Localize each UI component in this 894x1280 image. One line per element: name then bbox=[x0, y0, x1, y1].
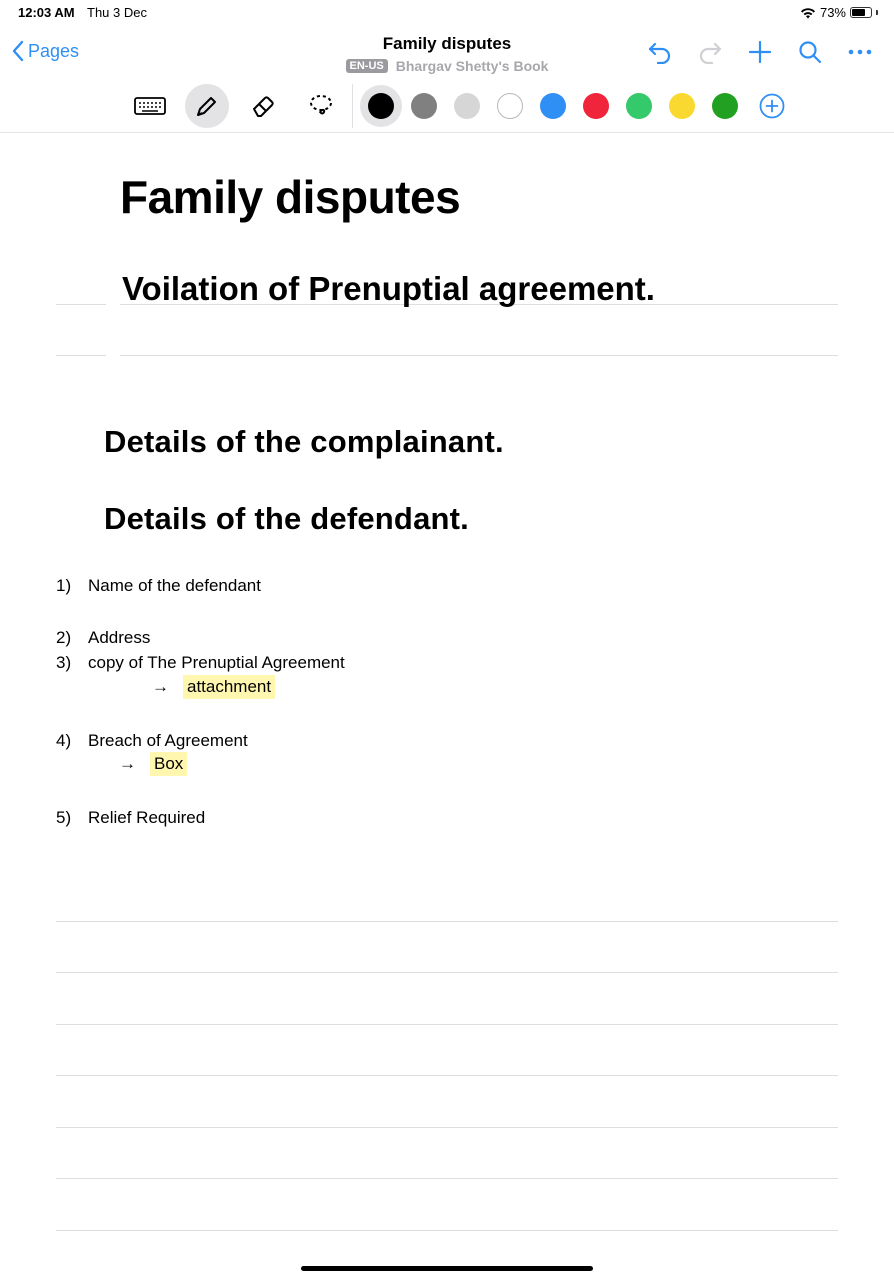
search-icon bbox=[799, 41, 822, 64]
redo-icon bbox=[699, 42, 722, 64]
plus-circle-icon bbox=[759, 93, 784, 119]
list-item[interactable]: 5) Relief Required bbox=[56, 808, 205, 828]
eraser-icon bbox=[253, 96, 274, 117]
ruled-line bbox=[56, 1230, 838, 1231]
redo-button[interactable] bbox=[696, 38, 724, 66]
list-number: 3) bbox=[56, 653, 72, 672]
color-dot bbox=[668, 93, 695, 119]
nav-actions bbox=[646, 38, 874, 66]
list-item[interactable]: 1) Name of the defendant bbox=[56, 576, 261, 596]
add-color-button[interactable] bbox=[750, 84, 793, 128]
list-text: Name of the defendant bbox=[88, 576, 261, 595]
list-text: Relief Required bbox=[88, 808, 206, 827]
more-icon bbox=[848, 49, 872, 55]
color-swatch-2[interactable] bbox=[402, 84, 445, 128]
color-swatch-5[interactable] bbox=[531, 84, 574, 128]
color-swatch-1[interactable] bbox=[359, 84, 402, 128]
attachment-link[interactable]: attachment bbox=[183, 675, 276, 699]
ruled-line bbox=[56, 972, 838, 973]
list-text: Breach of Agreement bbox=[88, 731, 248, 750]
list-number: 1) bbox=[56, 576, 72, 595]
color-dot bbox=[711, 93, 738, 119]
ruled-line bbox=[56, 355, 106, 356]
eraser-tool[interactable] bbox=[242, 84, 286, 128]
keyboard-tool[interactable] bbox=[128, 84, 172, 128]
list-number: 4) bbox=[56, 731, 72, 750]
color-dot bbox=[453, 93, 480, 119]
ruled-line bbox=[120, 355, 838, 356]
ruled-line bbox=[56, 1075, 838, 1076]
home-indicator[interactable] bbox=[301, 1266, 593, 1271]
color-dot bbox=[367, 93, 394, 119]
battery-percent: 73% bbox=[819, 5, 846, 20]
drawing-toolbar bbox=[128, 84, 793, 128]
undo-icon bbox=[648, 42, 671, 64]
color-dot bbox=[496, 93, 523, 119]
list-text: copy of The Prenuptial Agreement bbox=[88, 653, 345, 672]
color-dot bbox=[410, 93, 437, 119]
complainant-heading[interactable]: Details of the complainant. bbox=[104, 424, 504, 460]
search-button[interactable] bbox=[796, 38, 824, 66]
document-title[interactable]: Family disputes bbox=[120, 170, 461, 224]
ruled-line bbox=[56, 1024, 838, 1025]
book-name: Bhargav Shetty's Book bbox=[395, 58, 549, 74]
color-palette bbox=[359, 84, 746, 128]
arrow-icon: → bbox=[152, 677, 169, 696]
lasso-icon bbox=[310, 95, 332, 115]
box-link[interactable]: Box bbox=[150, 752, 188, 776]
ruled-line bbox=[56, 1127, 838, 1128]
color-swatch-4[interactable] bbox=[488, 84, 531, 128]
color-dot bbox=[539, 93, 566, 119]
color-dot bbox=[625, 93, 652, 119]
sub-item-box[interactable]: → Box bbox=[119, 752, 188, 776]
plus-icon bbox=[748, 40, 772, 64]
lasso-tool[interactable] bbox=[299, 84, 343, 128]
undo-button[interactable] bbox=[646, 38, 674, 66]
add-page-button[interactable] bbox=[746, 38, 774, 66]
status-date: Thu 3 Dec bbox=[87, 5, 147, 20]
color-swatch-9[interactable] bbox=[703, 84, 746, 128]
list-item[interactable]: 3) copy of The Prenuptial Agreement bbox=[56, 653, 345, 673]
ruled-line bbox=[56, 304, 106, 305]
pen-tool[interactable] bbox=[185, 84, 229, 128]
color-dot bbox=[582, 93, 609, 119]
arrow-icon: → bbox=[119, 754, 136, 773]
keyboard-icon bbox=[134, 97, 166, 115]
sub-item-attachment[interactable]: → attachment bbox=[152, 675, 276, 699]
list-item[interactable]: 2) Address bbox=[56, 628, 150, 648]
color-swatch-3[interactable] bbox=[445, 84, 488, 128]
wifi-icon bbox=[800, 7, 815, 18]
list-number: 2) bbox=[56, 628, 72, 647]
ruled-line bbox=[56, 1178, 838, 1179]
color-swatch-7[interactable] bbox=[617, 84, 660, 128]
defendant-heading[interactable]: Details of the defendant. bbox=[104, 501, 469, 537]
toolbar-divider bbox=[0, 132, 894, 133]
pen-icon bbox=[197, 97, 216, 116]
battery-icon bbox=[850, 7, 872, 18]
color-swatch-6[interactable] bbox=[574, 84, 617, 128]
more-button[interactable] bbox=[846, 38, 874, 66]
language-badge: EN-US bbox=[345, 59, 388, 73]
list-item[interactable]: 4) Breach of Agreement bbox=[56, 731, 248, 751]
list-text: Address bbox=[88, 628, 151, 647]
case-title[interactable]: Voilation of Prenuptial agreement. bbox=[122, 270, 655, 308]
ruled-line bbox=[56, 921, 838, 922]
status-indicators: 73% bbox=[800, 5, 878, 20]
list-number: 5) bbox=[56, 808, 72, 827]
color-swatch-8[interactable] bbox=[660, 84, 703, 128]
status-time: 12:03 AM bbox=[18, 5, 75, 20]
